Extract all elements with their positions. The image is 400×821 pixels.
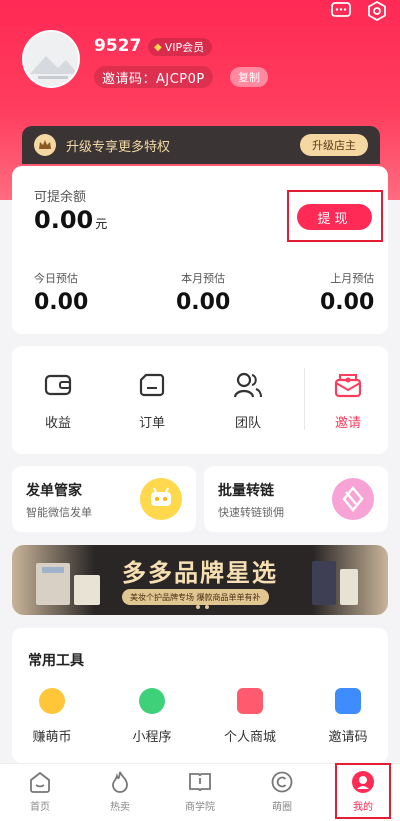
tab-label: 萌圈: [272, 802, 292, 813]
banner-subtitle: 美妆个护品牌专场 爆款商品单单有补: [122, 589, 269, 605]
tab-circle[interactable]: 萌圈: [252, 770, 312, 813]
menu-item-invite[interactable]: 邀请: [318, 370, 378, 431]
menu-label: 团队: [234, 416, 261, 431]
tool-miniprogram[interactable]: 小程序: [112, 688, 192, 745]
fire-icon: [108, 768, 132, 794]
balance-card: 可提余额 0.00 元 提现 今日预估 0.00 本月预估 0.00 上月预估 0…: [12, 166, 388, 334]
username: 9527: [94, 36, 142, 56]
estimate-label: 今日预估: [34, 272, 78, 285]
tab-label: 热卖: [110, 802, 130, 813]
menu-label: 邀请: [334, 416, 361, 431]
tool-personal-mall[interactable]: 个人商城: [210, 688, 290, 745]
wallet-icon: [43, 370, 73, 400]
mine-tab-highlight: [335, 763, 391, 819]
tool-coins[interactable]: 赚萌币: [12, 688, 92, 745]
link-icon: [332, 478, 374, 520]
promo-subtitle: 快速转链锁佣: [218, 506, 284, 519]
tool-label: 赚萌币: [32, 730, 72, 745]
menu-label: 订单: [138, 416, 165, 431]
menu-item-earnings[interactable]: 收益: [28, 370, 88, 431]
top-icons: [330, 0, 388, 22]
menu-item-team[interactable]: 团队: [218, 370, 278, 431]
copy-button[interactable]: 复制: [230, 67, 268, 87]
menu-label: 收益: [44, 416, 71, 431]
team-icon: [233, 370, 263, 400]
estimate-last-month: 上月预估 0.00: [320, 270, 374, 315]
tools-title: 常用工具: [28, 653, 84, 669]
book-icon: [188, 770, 212, 794]
promo-subtitle: 智能微信发单: [26, 506, 92, 519]
upgrade-button[interactable]: 升级店主: [300, 134, 368, 156]
withdraw-button[interactable]: 提现: [297, 204, 372, 230]
estimate-label: 上月预估: [330, 272, 375, 285]
estimate-value: 0.00: [176, 290, 231, 315]
tab-label: 商学院: [185, 802, 215, 813]
invite-code-icon: [335, 688, 361, 714]
promo-banner[interactable]: 多多品牌星选 美妆个护品牌专场 爆款商品单单有补: [12, 545, 388, 615]
estimate-value: 0.00: [34, 290, 89, 315]
circle-icon: [270, 770, 294, 794]
balance-label: 可提余额: [34, 190, 87, 205]
tool-label: 小程序: [132, 730, 172, 745]
crown-icon: [34, 134, 56, 156]
invite-code: 邀请码：AJCP0P: [94, 66, 213, 88]
miniprogram-icon: [139, 688, 165, 714]
vip-badge: ◆ VIP会员: [148, 38, 213, 56]
tool-label: 邀请码: [328, 730, 368, 745]
diamond-icon: ◆: [154, 41, 162, 53]
invite-icon: [333, 370, 363, 400]
banner-title: 多多品牌星选: [122, 559, 278, 587]
promo-card-dispatch[interactable]: 发单管家 智能微信发单: [12, 466, 196, 532]
tools-card: 常用工具 赚萌币 小程序 个人商城 邀请码: [12, 628, 388, 763]
menu-item-orders[interactable]: 订单: [122, 370, 182, 431]
tab-academy[interactable]: 商学院: [170, 770, 230, 813]
promo-title: 批量转链: [218, 483, 274, 499]
avatar[interactable]: [22, 30, 80, 88]
shop-icon: [237, 688, 263, 714]
balance-unit: 元: [95, 217, 108, 231]
tab-home[interactable]: 首页: [10, 770, 70, 813]
balance-amount: 0.00: [34, 206, 94, 234]
home-icon: [28, 770, 52, 794]
message-icon[interactable]: [330, 0, 352, 22]
estimate-today: 今日预估 0.00: [34, 270, 88, 315]
vip-label: VIP会员: [164, 41, 205, 54]
settings-icon[interactable]: [366, 0, 388, 22]
estimate-value: 0.00: [320, 290, 375, 315]
tool-invite-code[interactable]: 邀请码: [308, 688, 388, 745]
coin-icon: [39, 688, 65, 714]
menu-divider: [304, 368, 305, 430]
robot-icon: [140, 478, 182, 520]
upgrade-banner[interactable]: 升级专享更多特权 升级店主: [22, 126, 380, 164]
tool-label: 个人商城: [223, 730, 276, 745]
balance-value: 0.00 元: [34, 206, 107, 234]
menu-card: 收益 订单 团队 邀请: [12, 346, 388, 454]
order-icon: [137, 370, 167, 400]
promo-title: 发单管家: [26, 483, 82, 499]
estimate-label: 本月预估: [181, 272, 226, 285]
tab-label: 首页: [30, 802, 50, 813]
estimate-month: 本月预估 0.00: [176, 270, 230, 315]
promo-card-convert[interactable]: 批量转链 快速转链锁佣: [204, 466, 388, 532]
upgrade-text: 升级专享更多特权: [66, 139, 171, 155]
tab-hot[interactable]: 热卖: [90, 768, 150, 813]
